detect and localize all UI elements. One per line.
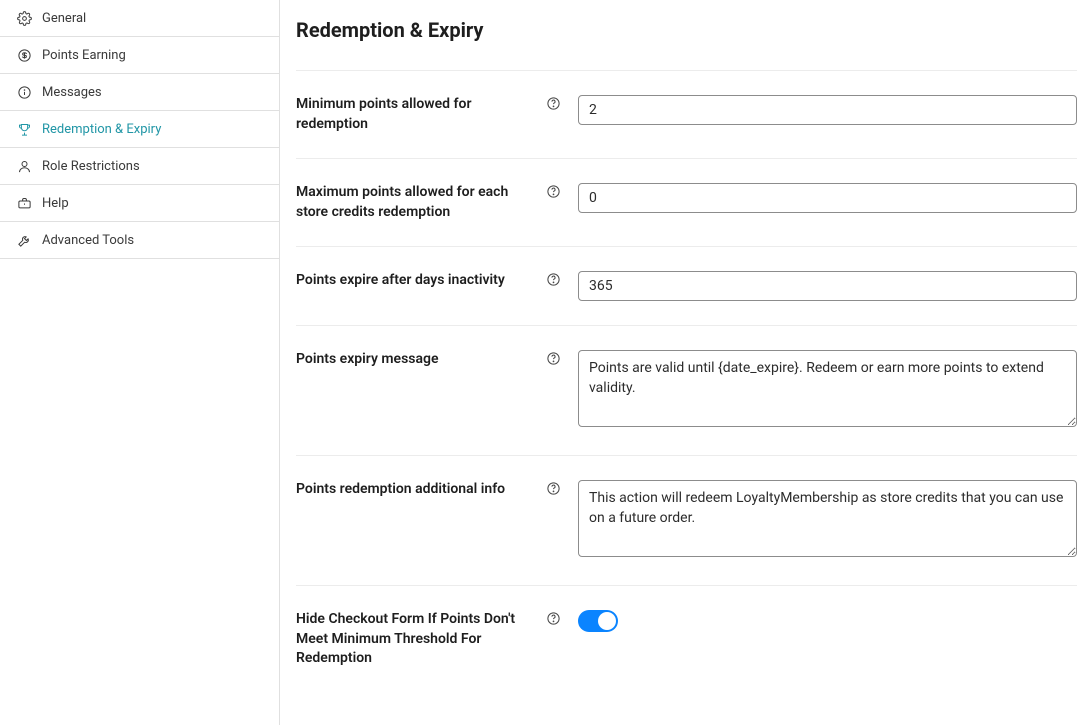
sidebar-item-advanced-tools[interactable]: Advanced Tools xyxy=(0,222,279,259)
help-icon[interactable] xyxy=(544,183,562,199)
row-max-points: Maximum points allowed for each store cr… xyxy=(296,158,1077,246)
sidebar-item-label: Messages xyxy=(42,85,102,100)
main-content: Redemption & Expiry Minimum points allow… xyxy=(280,0,1077,725)
user-icon xyxy=(16,158,32,174)
label-hide-checkout: Hide Checkout Form If Points Don't Meet … xyxy=(296,610,528,669)
sidebar-item-label: Role Restrictions xyxy=(42,159,140,174)
wrench-icon xyxy=(16,232,32,248)
page-title: Redemption & Expiry xyxy=(296,18,1077,42)
sidebar: General Points Earning Messages Redempti… xyxy=(0,0,280,725)
sidebar-item-general[interactable]: General xyxy=(0,0,279,37)
toggle-knob xyxy=(598,612,616,630)
sidebar-item-label: Advanced Tools xyxy=(42,233,134,248)
sidebar-item-messages[interactable]: Messages xyxy=(0,74,279,111)
sidebar-item-label: Points Earning xyxy=(42,48,126,63)
row-hide-checkout: Hide Checkout Form If Points Don't Meet … xyxy=(296,585,1077,693)
label-expire-days: Points expire after days inactivity xyxy=(296,271,528,291)
sidebar-item-redemption-expiry[interactable]: Redemption & Expiry xyxy=(0,111,279,148)
sidebar-item-role-restrictions[interactable]: Role Restrictions xyxy=(0,148,279,185)
expiry-msg-textarea[interactable] xyxy=(578,350,1077,427)
info-icon xyxy=(16,84,32,100)
gear-icon xyxy=(16,10,32,26)
help-icon[interactable] xyxy=(544,271,562,287)
help-icon[interactable] xyxy=(544,610,562,626)
sidebar-item-label: Help xyxy=(42,196,69,211)
sidebar-item-label: General xyxy=(42,11,86,26)
help-icon[interactable] xyxy=(544,350,562,366)
min-points-input[interactable] xyxy=(578,95,1077,125)
sidebar-item-label: Redemption & Expiry xyxy=(42,122,161,137)
label-expiry-msg: Points expiry message xyxy=(296,350,528,370)
dollar-icon xyxy=(16,47,32,63)
row-min-points: Minimum points allowed for redemption xyxy=(296,70,1077,158)
row-redeem-info: Points redemption additional info xyxy=(296,455,1077,585)
row-expire-days: Points expire after days inactivity xyxy=(296,246,1077,325)
sidebar-item-help[interactable]: Help xyxy=(0,185,279,222)
expire-days-input[interactable] xyxy=(578,271,1077,301)
hide-checkout-toggle[interactable] xyxy=(578,610,618,632)
trophy-icon xyxy=(16,121,32,137)
label-redeem-info: Points redemption additional info xyxy=(296,480,528,500)
help-icon[interactable] xyxy=(544,480,562,496)
sidebar-item-points-earning[interactable]: Points Earning xyxy=(0,37,279,74)
row-expiry-msg: Points expiry message xyxy=(296,325,1077,455)
max-points-input[interactable] xyxy=(578,183,1077,213)
label-max-points: Maximum points allowed for each store cr… xyxy=(296,183,528,222)
redeem-info-textarea[interactable] xyxy=(578,480,1077,557)
label-min-points: Minimum points allowed for redemption xyxy=(296,95,528,134)
briefcase-icon xyxy=(16,195,32,211)
help-icon[interactable] xyxy=(544,95,562,111)
